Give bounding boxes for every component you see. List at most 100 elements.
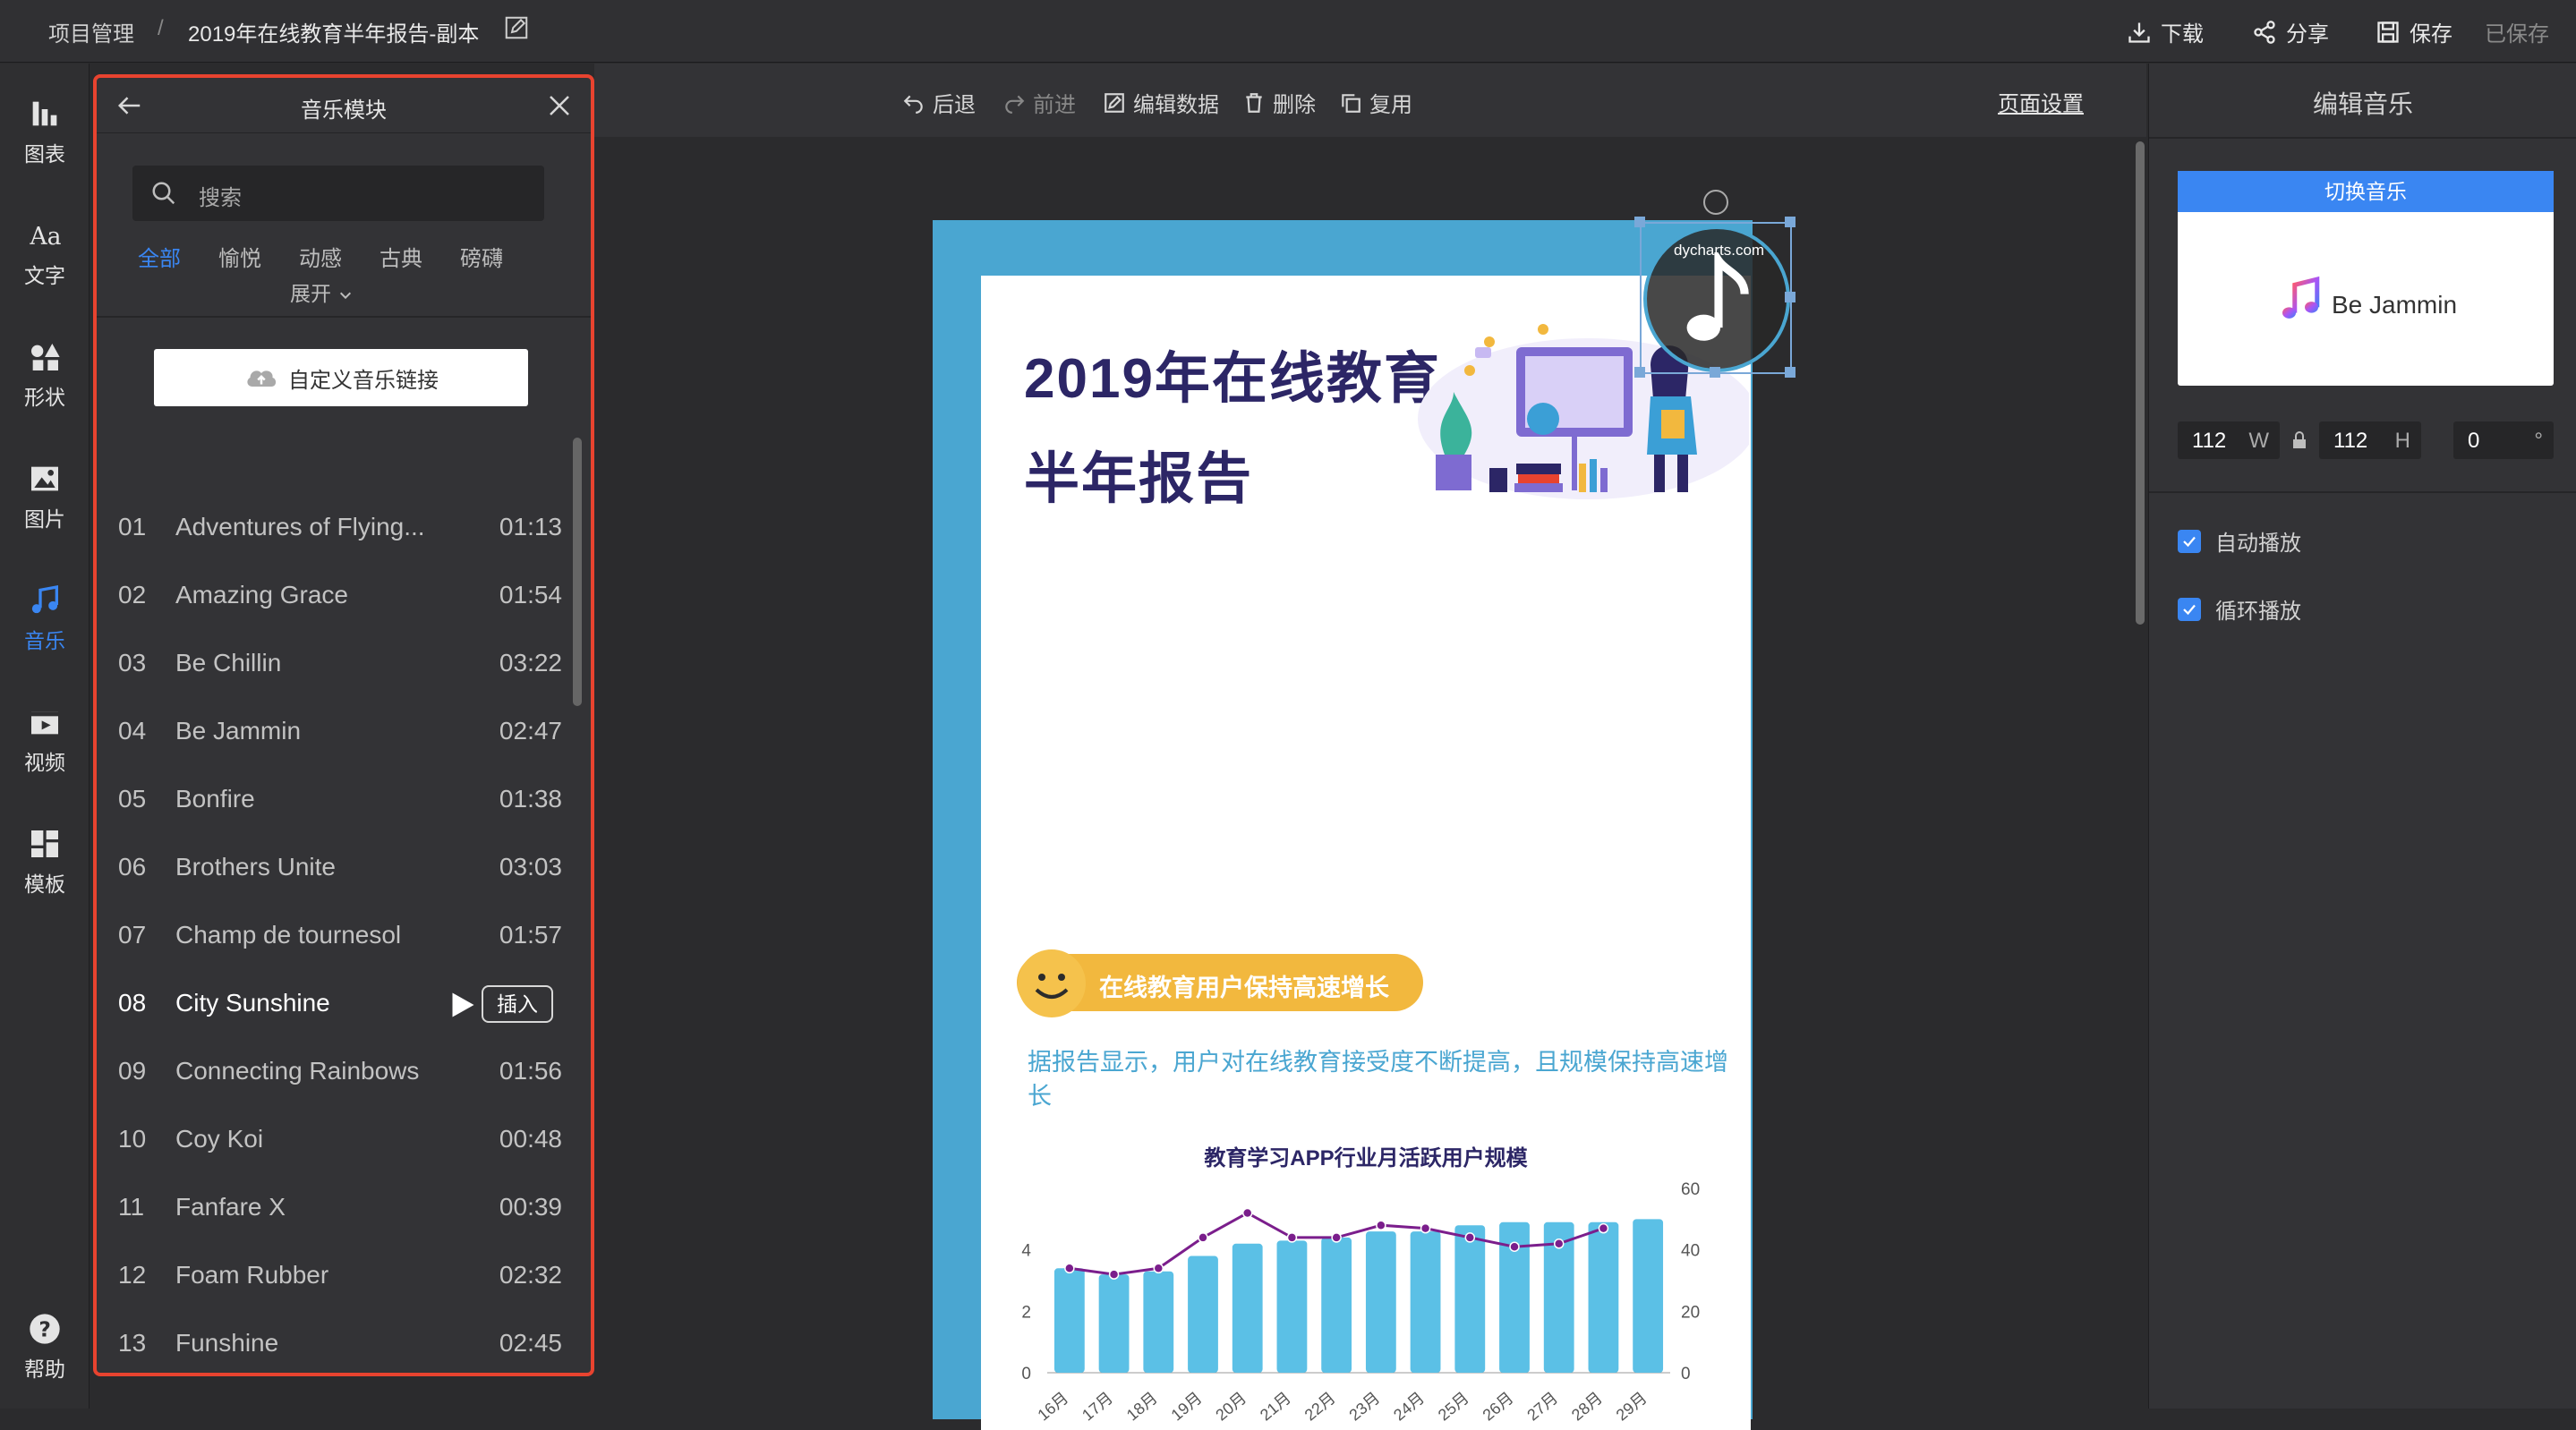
- filter-dynamic[interactable]: 动感: [299, 241, 342, 272]
- track-name: Brothers Unite: [175, 853, 336, 881]
- bar: [1588, 1221, 1619, 1373]
- music-note-icon: [31, 585, 58, 614]
- filter-majestic[interactable]: 磅礴: [460, 241, 503, 272]
- rotate-handle[interactable]: [1703, 190, 1728, 215]
- poster-title[interactable]: 2019年在线教育 半年报告: [1024, 329, 1441, 530]
- track-row[interactable]: 08 City Sunshine 插入: [97, 971, 580, 1039]
- track-number: 10: [118, 1125, 147, 1153]
- track-duration: 01:13: [499, 513, 562, 541]
- nav-item-video[interactable]: 视频: [0, 704, 90, 812]
- redo-button[interactable]: 前进: [1002, 87, 1076, 118]
- resize-handle-s[interactable]: [1710, 367, 1720, 378]
- track-row[interactable]: 03 Be Chillin 03:22: [97, 631, 580, 699]
- track-name: Be Chillin: [175, 649, 282, 677]
- width-input[interactable]: 112 W: [2178, 421, 2280, 459]
- page-settings-link[interactable]: 页面设置: [1998, 86, 2084, 117]
- track-name: City Sunshine: [175, 989, 330, 1017]
- left-nav: 图表 Aa 文字 形状 图片 音乐 视频 模板 ? 帮助: [0, 64, 90, 1409]
- download-button[interactable]: 下载: [2127, 16, 2204, 47]
- insert-button[interactable]: 插入: [482, 985, 553, 1023]
- track-duration: 02:32: [499, 1261, 562, 1289]
- loop-checkbox[interactable]: 循环播放: [2178, 593, 2301, 625]
- breadcrumb-project-management[interactable]: 项目管理: [48, 16, 134, 47]
- track-duration: 01:38: [499, 785, 562, 813]
- track-row[interactable]: 04 Be Jammin 02:47: [97, 699, 580, 767]
- track-row[interactable]: 09 Connecting Rainbows 01:56: [97, 1039, 580, 1107]
- track-row[interactable]: 07 Champ de tournesol 01:57: [97, 903, 580, 971]
- poster-canvas[interactable]: 2019年在线教育 半年报告 在线教育用户保持高速增长 据报告显示，用户对在线教…: [933, 220, 1753, 1430]
- user-scale-chart[interactable]: 024020406016月 17月 18月 19月 20月 21月 22月 23月 24月 25月…: [1008, 1170, 1724, 1430]
- autoplay-checkbox[interactable]: 自动播放: [2178, 525, 2301, 557]
- undo-icon: [903, 95, 923, 114]
- line-point: [1331, 1232, 1342, 1243]
- track-number: 13: [118, 1329, 147, 1357]
- switch-music-button[interactable]: 切换音乐: [2178, 171, 2554, 212]
- nav-item-chart[interactable]: 图表: [0, 96, 90, 203]
- track-row[interactable]: 11 Fanfare X 00:39: [97, 1175, 580, 1243]
- track-row[interactable]: 01 Adventures of Flying... 01:13: [97, 495, 580, 563]
- edit-data-button[interactable]: 编辑数据: [1103, 87, 1219, 118]
- duplicate-button[interactable]: 复用: [1339, 87, 1412, 118]
- rotation-input[interactable]: 0 °: [2453, 421, 2554, 459]
- x-tick-label: 20月: [1212, 1389, 1250, 1425]
- bar: [1321, 1237, 1352, 1373]
- custom-music-link-button[interactable]: 自定义音乐链接: [154, 349, 528, 406]
- track-name: Funshine: [175, 1329, 279, 1357]
- close-icon[interactable]: [546, 92, 573, 119]
- track-row[interactable]: 12 Foam Rubber 02:32: [97, 1243, 580, 1311]
- share-button[interactable]: 分享: [2252, 16, 2329, 47]
- search-field[interactable]: 搜索: [132, 166, 544, 221]
- track-row[interactable]: 05 Bonfire 01:38: [97, 767, 580, 835]
- nav-item-help[interactable]: ? 帮助: [0, 1311, 90, 1418]
- nav-item-template[interactable]: 模板: [0, 826, 90, 933]
- y-right-tick-label: 60: [1681, 1180, 1700, 1199]
- nav-label-music: 音乐: [24, 629, 65, 652]
- line-point: [1598, 1222, 1609, 1234]
- poster-body-text[interactable]: 据报告显示，用户对在线教育接受度不断提高，且规模保持高速增长: [1028, 1045, 1735, 1113]
- filter-all[interactable]: 全部: [138, 241, 181, 272]
- lock-icon[interactable]: [2289, 429, 2310, 452]
- track-row[interactable]: 06 Brothers Unite 03:03: [97, 835, 580, 903]
- filter-joyful[interactable]: 愉悦: [218, 241, 261, 272]
- play-icon[interactable]: [446, 989, 478, 1021]
- resize-handle-ne[interactable]: [1785, 217, 1796, 227]
- track-number: 04: [118, 717, 147, 745]
- expand-filters[interactable]: 展开: [290, 277, 354, 307]
- track-row[interactable]: 13 Funshine 02:45: [97, 1311, 580, 1373]
- nav-item-music[interactable]: 音乐: [0, 583, 90, 690]
- track-duration: 02:45: [499, 1329, 562, 1357]
- bar: [1633, 1219, 1664, 1373]
- resize-handle-nw[interactable]: [1634, 217, 1645, 227]
- bar: [1365, 1231, 1396, 1373]
- nav-item-image[interactable]: 图片: [0, 461, 90, 568]
- save-button[interactable]: 保存: [2376, 16, 2452, 47]
- x-tick-label: 19月: [1168, 1389, 1206, 1425]
- music-player-element[interactable]: dycharts.com: [1643, 226, 1790, 372]
- saved-status: 已保存: [2485, 22, 2549, 47]
- height-input[interactable]: 112 H: [2319, 421, 2421, 459]
- undo-button[interactable]: 后退: [902, 87, 976, 118]
- editor-toolbar: 后退 前进 编辑数据 删除 复用: [594, 64, 2146, 137]
- filter-classical[interactable]: 古典: [380, 241, 422, 272]
- canvas-scrollbar[interactable]: [2136, 141, 2145, 625]
- track-row[interactable]: 10 Coy Koi 00:48: [97, 1107, 580, 1175]
- track-number: 03: [118, 649, 147, 677]
- nav-item-text[interactable]: Aa 文字: [0, 217, 90, 325]
- edit-title-icon[interactable]: [503, 14, 530, 41]
- svg-text:Aa: Aa: [29, 223, 61, 251]
- track-name: Amazing Grace: [175, 581, 348, 609]
- line-point: [1198, 1232, 1208, 1243]
- chevron-down-icon: [340, 292, 352, 300]
- track-list-scrollbar[interactable]: [573, 438, 582, 706]
- track-row[interactable]: 02 Amazing Grace 01:54: [97, 563, 580, 631]
- divider: [97, 316, 591, 318]
- x-tick-label: 17月: [1079, 1389, 1116, 1425]
- nav-item-shape[interactable]: 形状: [0, 339, 90, 447]
- resize-handle-se[interactable]: [1785, 367, 1796, 378]
- resize-handle-e[interactable]: [1785, 292, 1796, 302]
- custom-music-link-label: 自定义音乐链接: [288, 368, 439, 393]
- right-panel-title: 编辑音乐: [2312, 90, 2413, 118]
- section-badge[interactable]: 在线教育用户保持高速增长: [1017, 949, 1423, 1017]
- resize-handle-sw[interactable]: [1634, 367, 1645, 378]
- delete-button[interactable]: 删除: [1242, 87, 1316, 118]
